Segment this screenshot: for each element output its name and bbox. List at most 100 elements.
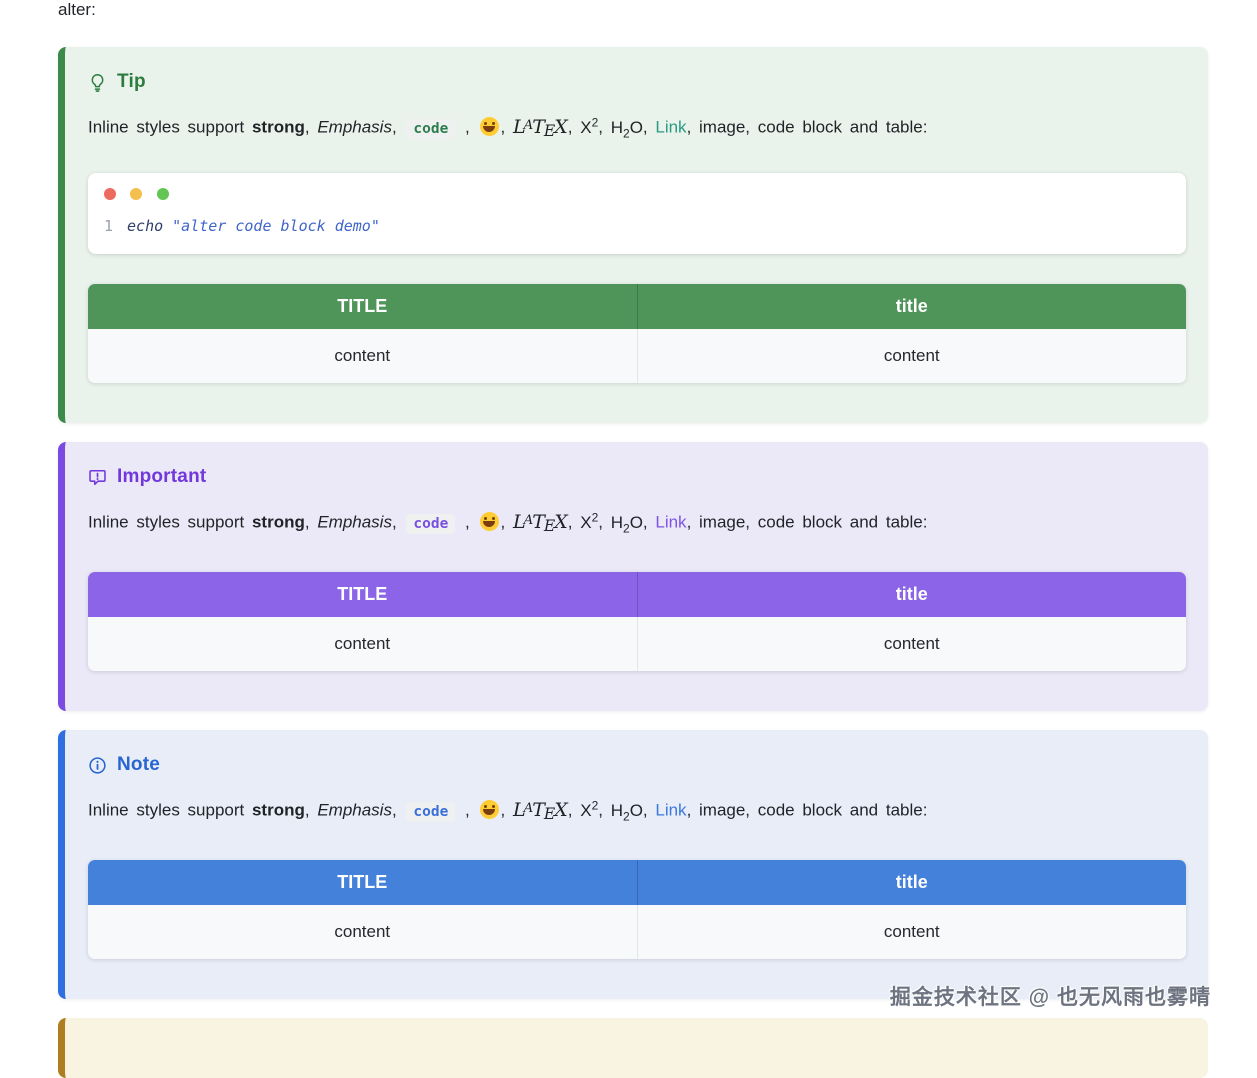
table-header-cell: TITLE xyxy=(88,572,637,617)
table-row: content content xyxy=(88,329,1186,383)
subscript-demo: H2O xyxy=(611,118,643,137)
text-run: X xyxy=(580,513,591,532)
alert-title: Tip xyxy=(117,71,146,93)
grinning-emoji-icon xyxy=(480,800,499,819)
code-block: 1 echo "alter code block demo" xyxy=(88,173,1186,254)
text-separator: , xyxy=(598,513,610,532)
demo-table-wrapper: TITLE title content content xyxy=(88,860,1186,959)
latex-letter: X xyxy=(554,511,568,533)
table-cell: content xyxy=(88,905,637,959)
text-separator: , xyxy=(392,513,404,532)
table-row: content content xyxy=(88,617,1186,671)
alert-title: Important xyxy=(117,466,206,488)
table-header-cell: TITLE xyxy=(88,284,637,329)
text-separator: , xyxy=(501,118,513,137)
text-separator: , xyxy=(598,801,610,820)
table-header-cell: title xyxy=(637,572,1186,617)
text-run: Inline styles support xyxy=(88,513,252,532)
text-run: , image, code block and table: xyxy=(687,801,928,820)
table-cell: content xyxy=(637,905,1186,959)
text-separator: , xyxy=(392,801,404,820)
table-row: content content xyxy=(88,905,1186,959)
window-dots xyxy=(104,188,1170,202)
inline-styles-paragraph: Inline styles support strong, Emphasis , … xyxy=(88,792,1186,830)
text-run: Inline styles support xyxy=(88,801,252,820)
latex-letter: X xyxy=(554,799,568,821)
demo-table: TITLE title content content xyxy=(88,572,1186,671)
inline-code: code xyxy=(406,514,455,534)
text-run: X xyxy=(580,118,591,137)
demo-table-wrapper: TITLE title content content xyxy=(88,572,1186,671)
latex-logo: LATEX xyxy=(513,799,568,821)
strong-text: strong xyxy=(252,118,305,137)
subscript: 2 xyxy=(623,521,630,535)
inline-styles-paragraph: Inline styles support strong, Emphasis , … xyxy=(88,504,1186,542)
text-separator: , xyxy=(305,118,317,137)
text-separator: , xyxy=(598,118,610,137)
grinning-emoji-icon xyxy=(480,117,499,136)
demo-link[interactable]: Link xyxy=(655,513,686,532)
alert-important: Important Inline styles support strong, … xyxy=(58,442,1208,711)
text-run: Inline styles support xyxy=(88,118,252,137)
emphasis-text: Emphasis xyxy=(317,513,392,532)
subscript-demo: H2O xyxy=(611,513,643,532)
emphasis-text: Emphasis xyxy=(317,801,392,820)
text-separator: , xyxy=(643,801,655,820)
strong-text: strong xyxy=(252,513,305,532)
text-separator: , xyxy=(643,513,655,532)
table-cell: content xyxy=(637,617,1186,671)
text-separator: , xyxy=(457,801,477,820)
text-separator: , xyxy=(501,513,513,532)
alert-title: Note xyxy=(117,754,160,776)
emphasis-text: Emphasis xyxy=(317,118,392,137)
text-separator: , xyxy=(457,513,477,532)
text-run: H xyxy=(611,513,623,532)
table-header-cell: title xyxy=(637,284,1186,329)
alert-heading: Note xyxy=(88,754,1186,776)
table-cell: content xyxy=(637,329,1186,383)
code-line: 1 echo "alter code block demo" xyxy=(104,215,1170,237)
text-run: , image, code block and table: xyxy=(687,513,928,532)
superscript-demo: X2 xyxy=(580,513,598,532)
code-keyword: echo xyxy=(127,217,163,235)
strong-text: strong xyxy=(252,801,305,820)
info-icon xyxy=(88,756,107,775)
alert-heading: Important xyxy=(88,466,1186,488)
table-header-row: TITLE title xyxy=(88,284,1186,329)
superscript-demo: X2 xyxy=(580,118,598,137)
alert-warning-partial xyxy=(58,1018,1208,1078)
table-cell: content xyxy=(88,329,637,383)
demo-table: TITLE title content content xyxy=(88,860,1186,959)
subscript-demo: H2O xyxy=(611,801,643,820)
code-string: "alter code block demo" xyxy=(172,217,380,235)
subscript: 2 xyxy=(623,809,630,823)
demo-table-wrapper: TITLE title content content xyxy=(88,284,1186,383)
alert-note: Note Inline styles support strong, Empha… xyxy=(58,730,1208,999)
grinning-emoji-icon xyxy=(480,512,499,531)
line-number: 1 xyxy=(104,217,113,235)
text-run: H xyxy=(611,118,623,137)
text-separator: , xyxy=(501,801,513,820)
report-icon xyxy=(88,468,107,487)
table-header-cell: title xyxy=(637,860,1186,905)
inline-code: code xyxy=(406,119,455,139)
alert-heading: Tip xyxy=(88,71,1186,93)
watermark: 掘金技术社区 @ 也无风雨也雾晴 xyxy=(890,981,1211,1011)
demo-table: TITLE title content content xyxy=(88,284,1186,383)
text-run: H xyxy=(611,801,623,820)
inline-code: code xyxy=(406,802,455,822)
text-separator: , xyxy=(392,118,404,137)
table-header-cell: TITLE xyxy=(88,860,637,905)
table-header-row: TITLE title xyxy=(88,860,1186,905)
table-header-row: TITLE title xyxy=(88,572,1186,617)
demo-link[interactable]: Link xyxy=(655,118,686,137)
subscript: 2 xyxy=(623,126,630,140)
demo-link[interactable]: Link xyxy=(655,801,686,820)
text-run: , image, code block and table: xyxy=(687,118,928,137)
text-run: O xyxy=(630,513,643,532)
text-separator: , xyxy=(305,513,317,532)
lightbulb-icon xyxy=(88,73,107,92)
red-dot-icon xyxy=(104,188,116,200)
text-separator: , xyxy=(305,801,317,820)
yellow-dot-icon xyxy=(130,188,142,200)
